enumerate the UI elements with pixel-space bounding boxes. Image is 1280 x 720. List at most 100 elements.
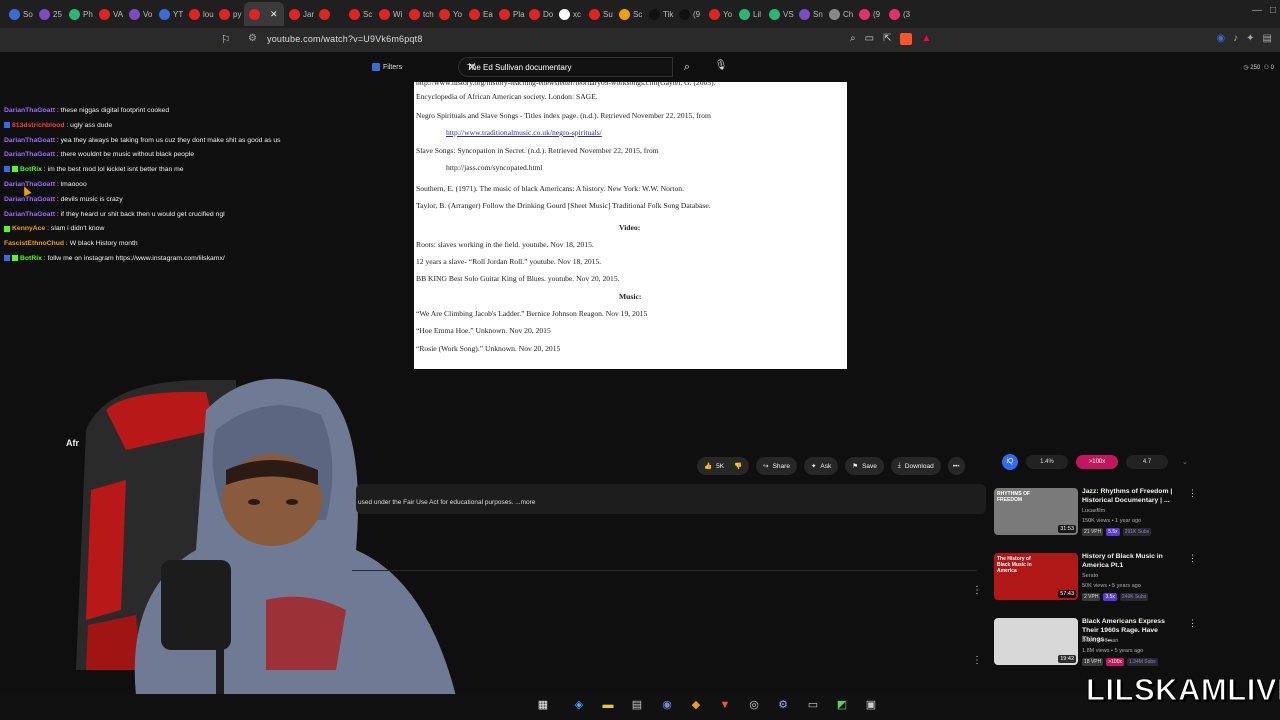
- browser-tab[interactable]: Do: [524, 2, 554, 26]
- browser-tab[interactable]: Pla: [494, 2, 525, 26]
- cast-icon[interactable]: ▭: [865, 33, 874, 45]
- maximize-icon[interactable]: □: [1270, 5, 1276, 16]
- browser-tab[interactable]: Lil: [734, 2, 764, 26]
- document-line: “We Are Climbing Jacob's Ladder.” Bernic…: [416, 309, 648, 318]
- download-button[interactable]: ⤓ Download: [890, 457, 941, 475]
- app-icon-3[interactable]: [863, 697, 881, 713]
- browser-tab[interactable]: xc: [554, 2, 584, 26]
- audio-icon[interactable]: ♪: [1233, 33, 1238, 44]
- comment-menu-icon-2[interactable]: ⋮: [972, 655, 982, 666]
- brave-shields-icon[interactable]: [900, 33, 913, 45]
- rewards-icon[interactable]: ▲: [921, 33, 931, 45]
- browser-tab[interactable]: 25: [34, 2, 64, 26]
- vidiq-icon[interactable]: iQ: [1002, 454, 1018, 470]
- save-button[interactable]: ⚑ Save: [845, 457, 884, 475]
- extensions-puzzle-icon[interactable]: ✦: [1246, 33, 1254, 44]
- voice-search-button[interactable]: 🎙: [712, 57, 730, 75]
- video-player-document[interactable]: http://www.history.org/history-teaching-…: [414, 82, 847, 369]
- share-button[interactable]: ↪ Share: [756, 457, 797, 475]
- tab-favicon-icon: [559, 8, 570, 20]
- app-icon[interactable]: ▭: [804, 697, 822, 713]
- browser-tab[interactable]: (3: [884, 2, 914, 26]
- chat-username: BotRix: [20, 254, 42, 262]
- video-menu-icon[interactable]: ⋮: [1188, 618, 1197, 629]
- browser-tab[interactable]: Jar: [284, 2, 314, 26]
- recommended-video[interactable]: The History of Black Music in America 57:…: [994, 552, 1197, 613]
- browser-tab[interactable]: Su: [584, 2, 614, 26]
- site-info-icon[interactable]: ⚙: [248, 33, 257, 44]
- video-thumbnail[interactable]: The History of Black Music in America 57:…: [994, 553, 1078, 600]
- capcut-icon[interactable]: ◩: [833, 697, 851, 713]
- chevron-down-icon[interactable]: ⌄: [1182, 458, 1188, 466]
- url-field[interactable]: youtube.com/watch?v=U9Vk6m6pqt8: [267, 34, 423, 44]
- channel-name[interactable]: David Hoffman: [1082, 638, 1118, 644]
- browser-tab[interactable]: Sn: [794, 2, 824, 26]
- comment-menu-icon[interactable]: ⋮: [972, 585, 982, 596]
- browser-tab[interactable]: tch: [404, 2, 434, 26]
- filters-button[interactable]: Filters: [372, 63, 402, 71]
- score-stat: 4.7: [1126, 455, 1168, 469]
- ask-button[interactable]: ✦ Ask: [803, 457, 839, 475]
- browser-tab[interactable]: lou: [184, 2, 214, 26]
- file-explorer-icon[interactable]: ▬: [599, 697, 617, 713]
- browser-tab[interactable]: Wi: [374, 2, 404, 26]
- video-meta: 150K views • 1 year ago: [1082, 518, 1142, 524]
- browser-tab[interactable]: (9: [674, 2, 704, 26]
- document-line: Slave Songs: Syncopation in Secret. (n.d…: [416, 146, 659, 155]
- chat-badge-icon: [4, 255, 10, 262]
- search-button[interactable]: ⌕: [675, 57, 699, 77]
- browser-tab[interactable]: YT: [154, 2, 184, 26]
- obs-icon[interactable]: ◎: [745, 697, 763, 713]
- browser-tab[interactable]: Yo: [434, 2, 464, 26]
- video-title-link[interactable]: History of Black Music in America Pt.1: [1082, 552, 1178, 570]
- browser-tab[interactable]: So: [4, 2, 34, 26]
- video-thumbnail[interactable]: RHYTHMS OF FREEDOM 31:53: [994, 488, 1078, 535]
- browser-tab[interactable]: Vo: [124, 2, 154, 26]
- vidiq-extension-bar: iQ 1.4% >100x 4.7 ⌄: [1002, 452, 1193, 472]
- video-thumbnail[interactable]: 19:42: [994, 618, 1078, 665]
- browser-tab[interactable]: [314, 2, 344, 26]
- chat-username: FascistEthnoChud: [4, 240, 65, 248]
- store-icon[interactable]: ▤: [628, 697, 646, 713]
- browser-tab[interactable]: Ph: [64, 2, 94, 26]
- chat-username: DarianThaGoatt: [4, 180, 55, 188]
- sidebar-icon[interactable]: ▤: [1263, 33, 1272, 44]
- clear-search-icon[interactable]: ✕: [467, 60, 666, 74]
- bookmark-icon[interactable]: ⚐: [221, 33, 231, 46]
- browser-tab[interactable]: (9: [854, 2, 884, 26]
- search-input[interactable]: The Ed Sullivan documentary ✕: [458, 57, 673, 77]
- recommended-video[interactable]: 19:42 Black Americans Express Their 1960s…: [994, 618, 1197, 678]
- flag-icon[interactable]: ▦: [534, 697, 552, 713]
- browser-tab[interactable]: Sc: [344, 2, 374, 26]
- minimize-icon[interactable]: —: [1252, 5, 1262, 16]
- channel-name[interactable]: Serato: [1082, 573, 1098, 579]
- browser-tab[interactable]: Tik: [644, 2, 674, 26]
- browser-tab[interactable]: VA: [94, 2, 124, 26]
- recommended-video[interactable]: RHYTHMS OF FREEDOM 31:53 Jazz: Rhythms of …: [994, 487, 1197, 548]
- discord-icon[interactable]: ◉: [658, 697, 676, 713]
- close-tab-icon[interactable]: ✕: [270, 9, 278, 20]
- browser-tab[interactable]: py: [214, 2, 244, 26]
- copilot-icon[interactable]: ◈: [570, 697, 588, 713]
- browser-tab[interactable]: Ch: [824, 2, 854, 26]
- video-menu-icon[interactable]: ⋮: [1188, 488, 1197, 499]
- zoom-icon[interactable]: ⌕: [850, 33, 856, 45]
- browser-tab[interactable]: Ea: [464, 2, 494, 26]
- browser-tab[interactable]: ✕: [244, 2, 284, 26]
- video-menu-icon[interactable]: ⋮: [1188, 553, 1197, 564]
- extension-icon[interactable]: ◉: [1216, 33, 1225, 44]
- video-title-link[interactable]: Jazz: Rhythms of Freedom | Historical Do…: [1082, 487, 1178, 505]
- like-button[interactable]: 👍 5K 👎: [697, 457, 750, 475]
- share-page-icon[interactable]: ⇱: [883, 33, 891, 45]
- shield-app-icon[interactable]: ◆: [687, 697, 705, 713]
- document-line: “Rosie (Work Song).” Unknown. Nov 20, 20…: [416, 344, 561, 353]
- more-actions-button[interactable]: •••: [947, 457, 965, 475]
- browser-tab[interactable]: Yo: [704, 2, 734, 26]
- channel-name[interactable]: Lucasfilm: [1082, 508, 1105, 514]
- browser-tab[interactable]: Sc: [614, 2, 644, 26]
- video-description[interactable]: used under the Fair Use Act for educatio…: [356, 484, 986, 514]
- browser-tab[interactable]: VS: [764, 2, 794, 26]
- steam-icon[interactable]: ⚙: [774, 697, 792, 713]
- brave-icon[interactable]: ▼: [716, 697, 734, 713]
- thumbs-down-icon[interactable]: 👎: [734, 462, 742, 470]
